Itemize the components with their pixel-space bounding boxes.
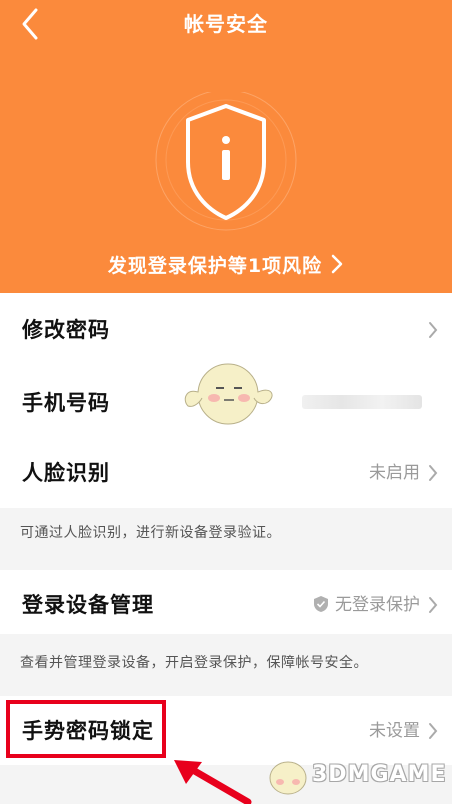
account-security-header: 帐号安全 发现登录保护等1项风险 bbox=[0, 0, 452, 293]
shield-info-icon bbox=[146, 89, 306, 242]
chevron-right-icon bbox=[429, 723, 438, 739]
chevron-right-icon bbox=[429, 597, 438, 613]
shield-check-icon bbox=[314, 596, 328, 612]
chevron-right-icon bbox=[429, 465, 438, 481]
device-management-status: 无登录保护 bbox=[313, 570, 420, 640]
device-management-status-text: 无登录保护 bbox=[335, 595, 420, 615]
mascot-sticker bbox=[184, 363, 273, 425]
device-management-label: 登录设备管理 bbox=[22, 593, 154, 617]
face-recognition-note-text: 可通过人脸识别，进行新设备登录验证。 bbox=[20, 525, 281, 541]
watermark-3dmgame: 3DMGAME bbox=[262, 752, 458, 800]
watermark-text: 3DMGAME bbox=[312, 762, 447, 787]
face-recognition-label: 人脸识别 bbox=[22, 461, 110, 485]
chevron-right-icon bbox=[429, 322, 438, 338]
risk-warning-link[interactable]: 发现登录保护等1项风险 bbox=[0, 251, 452, 279]
device-management-note-text: 查看并管理登录设备，开启登录保护，保障帐号安全。 bbox=[20, 655, 368, 671]
phone-number-value-blurred bbox=[302, 395, 422, 409]
face-recognition-status: 未启用 bbox=[369, 463, 420, 483]
face-recognition-note: 可通过人脸识别，进行新设备登录验证。 bbox=[0, 508, 452, 570]
chevron-right-icon bbox=[330, 254, 344, 279]
phone-number-label: 手机号码 bbox=[22, 391, 110, 415]
change-password-label: 修改密码 bbox=[22, 318, 110, 342]
right-edge-strip bbox=[452, 0, 461, 804]
page-title: 帐号安全 bbox=[184, 12, 268, 36]
highlight-box bbox=[6, 700, 166, 758]
red-pointer-arrow bbox=[174, 760, 252, 804]
face-recognition-row[interactable]: 人脸识别 未启用 bbox=[0, 438, 452, 508]
device-management-row[interactable]: 登录设备管理 无登录保护 bbox=[0, 570, 452, 640]
risk-warning-text: 发现登录保护等1项风险 bbox=[107, 255, 323, 277]
watermark-logo bbox=[269, 761, 307, 795]
device-management-note: 查看并管理登录设备，开启登录保护，保障帐号安全。 bbox=[0, 634, 452, 696]
